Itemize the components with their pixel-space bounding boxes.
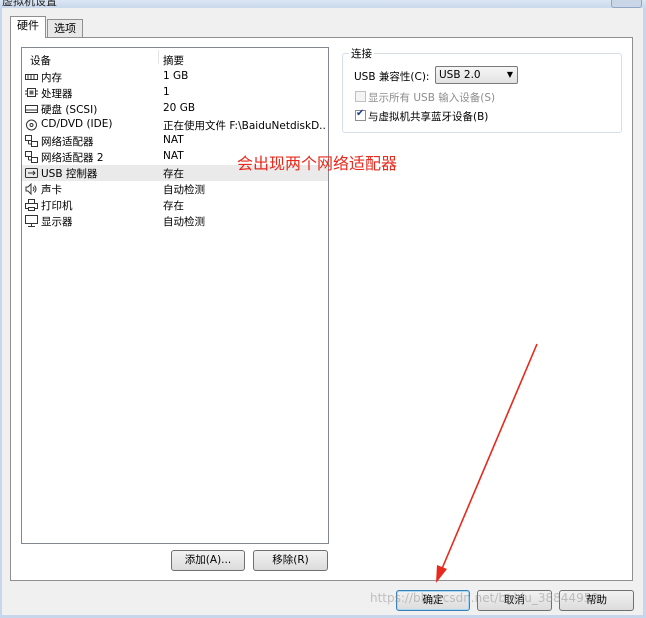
device-name: 硬盘 (SCSI) xyxy=(41,104,98,116)
device-list[interactable]: 设备 摘要 内存 1 GB 处理器 1 硬盘 (SCSI) 20 GB CD/D… xyxy=(21,47,329,544)
device-row-sound-card[interactable]: 声卡 自动检测 xyxy=(22,181,328,197)
column-divider xyxy=(158,50,159,64)
cd-dvd-icon xyxy=(26,119,37,131)
annotation-text: 会出现两个网络适配器 xyxy=(237,154,398,173)
chevron-down-icon: ▼ xyxy=(506,70,513,79)
device-summary: 正在使用文件 F:\BaiduNetdiskD... xyxy=(163,120,325,132)
device-row-memory[interactable]: 内存 1 GB xyxy=(22,69,328,85)
device-summary: 1 xyxy=(163,86,170,98)
connection-legend: 连接 xyxy=(349,46,374,61)
device-name: 打印机 xyxy=(41,200,73,212)
network-adapter-icon xyxy=(25,135,38,147)
memory-icon xyxy=(25,74,38,80)
sound-card-icon xyxy=(25,183,37,195)
device-row-hard-disk[interactable]: 硬盘 (SCSI) 20 GB xyxy=(22,101,328,117)
device-name: 网络适配器 xyxy=(41,136,94,148)
device-name: 处理器 xyxy=(41,88,73,100)
usb-compatibility-select[interactable]: USB 2.0 ▼ xyxy=(435,66,518,84)
device-summary: 1 GB xyxy=(163,70,189,82)
device-summary: 存在 xyxy=(163,200,184,212)
display-icon xyxy=(25,215,38,227)
usb-compatibility-value: USB 2.0 xyxy=(439,69,481,81)
hard-disk-icon xyxy=(25,105,38,113)
device-summary: 自动检测 xyxy=(163,184,205,196)
show-all-usb-label: 显示所有 USB 输入设备(S) xyxy=(368,92,496,104)
device-name: USB 控制器 xyxy=(41,168,98,180)
device-summary: NAT xyxy=(163,134,184,146)
network-adapter-icon xyxy=(25,151,38,163)
column-header-summary[interactable]: 摘要 xyxy=(163,53,184,68)
device-row-printer[interactable]: 打印机 存在 xyxy=(22,197,328,213)
show-all-usb-checkbox[interactable] xyxy=(355,91,366,102)
device-name: 内存 xyxy=(41,72,62,84)
add-device-button[interactable]: 添加(A)... xyxy=(171,550,245,571)
title-bar: 虚拟机设置 xyxy=(0,0,646,8)
device-name: 声卡 xyxy=(41,184,62,196)
printer-icon xyxy=(25,199,38,211)
share-bluetooth-checkbox[interactable]: ✔ xyxy=(355,108,366,121)
usb-icon xyxy=(25,168,38,178)
device-name: 网络适配器 2 xyxy=(41,152,104,164)
device-row-processor[interactable]: 处理器 1 xyxy=(22,85,328,101)
remove-device-button[interactable]: 移除(R) xyxy=(253,550,328,571)
device-row-network-adapter[interactable]: 网络适配器 NAT xyxy=(22,133,328,149)
column-header-device[interactable]: 设备 xyxy=(30,53,51,68)
close-button[interactable] xyxy=(611,0,642,8)
usb-compatibility-label: USB 兼容性(C): xyxy=(354,71,430,83)
device-name: CD/DVD (IDE) xyxy=(41,118,113,130)
window-title: 虚拟机设置 xyxy=(2,0,57,8)
tab-hardware[interactable]: 硬件 xyxy=(10,16,46,38)
processor-icon xyxy=(25,88,38,97)
device-name: 显示器 xyxy=(41,216,73,228)
device-row-display[interactable]: 显示器 自动检测 xyxy=(22,213,328,229)
device-row-cd-dvd[interactable]: CD/DVD (IDE) 正在使用文件 F:\BaiduNetdiskD... xyxy=(22,117,328,133)
device-summary: 20 GB xyxy=(163,102,196,114)
tab-options[interactable]: 选项 xyxy=(47,19,83,38)
device-summary: 自动检测 xyxy=(163,216,205,228)
device-list-header: 设备 摘要 xyxy=(22,48,328,68)
watermark-text: https://blog.csdn.net/baidu_38844953 xyxy=(370,591,599,605)
window-border-left xyxy=(0,8,2,618)
share-bluetooth-label: 与虚拟机共享蓝牙设备(B) xyxy=(368,111,489,123)
checkmark-icon: ✔ xyxy=(356,108,365,119)
